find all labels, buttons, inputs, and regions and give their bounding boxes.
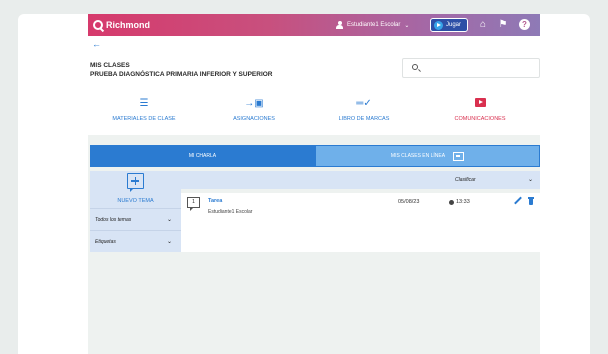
filter-labels-label: Etiquetas xyxy=(95,238,116,245)
back-arrow-icon[interactable]: ← xyxy=(92,39,101,49)
comment-count-icon: 1 xyxy=(187,197,200,208)
filter-all-topics[interactable]: Todos los temas ⌄ xyxy=(90,208,181,230)
post-title[interactable]: Tarea xyxy=(208,198,222,204)
class-name: PRUEBA DIAGNÓSTICA PRIMARIA INFERIOR Y S… xyxy=(90,71,273,78)
comment-bubble-tail xyxy=(190,208,193,211)
help-icon[interactable]: ? xyxy=(519,19,530,30)
section-title: MIS CLASES xyxy=(90,62,130,69)
nav-libro-label: LIBRO DE MARCAS xyxy=(338,116,390,122)
user-menu[interactable]: Estudiante1 Escolar ⌄ xyxy=(336,14,409,36)
search-icon xyxy=(412,64,418,70)
search-input[interactable] xyxy=(402,58,540,78)
new-topic-icon-tail xyxy=(130,188,134,192)
nav-comunicaciones-label: COMUNICACIONES xyxy=(454,116,506,122)
flag-icon[interactable]: ⚑ xyxy=(497,19,509,31)
chevron-down-icon: ⌄ xyxy=(166,239,172,245)
filter-all-topics-label: Todos los temas xyxy=(95,216,132,223)
app-window: Richmond Estudiante1 Escolar ⌄ Jugar ⌂ ⚑… xyxy=(88,14,540,354)
new-topic-label: NUEVO TEMA xyxy=(117,198,154,204)
clock-icon xyxy=(449,199,454,205)
trash-icon[interactable] xyxy=(528,197,534,205)
play-button[interactable]: Jugar xyxy=(430,18,468,32)
chevron-down-icon[interactable]: ⌄ xyxy=(528,176,533,183)
post-time: 13:33 xyxy=(449,199,470,205)
list-item[interactable]: 1 Tarea Estudiante1 Escolar 05/08/23 13:… xyxy=(181,193,540,252)
nav-libro-de-marcas[interactable]: ═✓ LIBRO DE MARCAS xyxy=(310,98,418,122)
chevron-down-icon: ⌄ xyxy=(404,22,410,29)
new-topic-icon xyxy=(127,173,144,189)
gradebook-icon: ═✓ xyxy=(356,98,372,109)
monitor-icon xyxy=(453,151,465,161)
tab-mi-charla[interactable]: MI CHARLA xyxy=(90,145,315,167)
tab-mis-clases-en-linea[interactable]: MIS CLASES EN LÍNEA xyxy=(315,145,540,167)
user-name: Estudiante1 Escolar xyxy=(347,22,401,28)
nav-materiales-label: MATERIALES DE CLASE xyxy=(112,116,176,122)
assignment-arrow-icon: →▣ xyxy=(244,98,264,109)
post-author: Estudiante1 Escolar xyxy=(208,209,253,215)
nav-comunicaciones[interactable]: COMUNICACIONES xyxy=(426,98,534,122)
nav-materiales[interactable]: ☰ MATERIALES DE CLASE xyxy=(90,98,198,122)
post-time-value: 13:33 xyxy=(456,199,470,205)
play-icon xyxy=(434,20,443,30)
post-date: 05/08/23 xyxy=(398,199,420,205)
sort-select[interactable]: Clasificar xyxy=(455,177,476,183)
chevron-down-icon: ⌄ xyxy=(166,217,172,223)
list-icon: ☰ xyxy=(139,98,149,109)
sort-bar: Clasificar ⌄ xyxy=(181,171,540,189)
richmond-logo-icon xyxy=(93,20,103,30)
filter-labels[interactable]: Etiquetas ⌄ xyxy=(90,230,181,252)
nav-asignaciones-label: ASIGNACIONES xyxy=(233,116,275,122)
play-label: Jugar xyxy=(446,22,462,28)
top-bar: Richmond Estudiante1 Escolar ⌄ Jugar ⌂ ⚑… xyxy=(88,14,540,36)
discussion-sidebar: NUEVO TEMA Todos los temas ⌄ Etiquetas ⌄ xyxy=(90,171,181,252)
home-icon[interactable]: ⌂ xyxy=(477,19,489,31)
user-icon xyxy=(336,21,343,29)
tab-mis-clases-label: MIS CLASES EN LÍNEA xyxy=(390,153,446,159)
nav-asignaciones[interactable]: →▣ ASIGNACIONES xyxy=(200,98,308,122)
richmond-logo[interactable]: Richmond xyxy=(93,20,150,30)
brand-name: Richmond xyxy=(106,20,150,30)
edit-icon[interactable] xyxy=(514,197,522,205)
video-play-icon xyxy=(474,98,486,107)
